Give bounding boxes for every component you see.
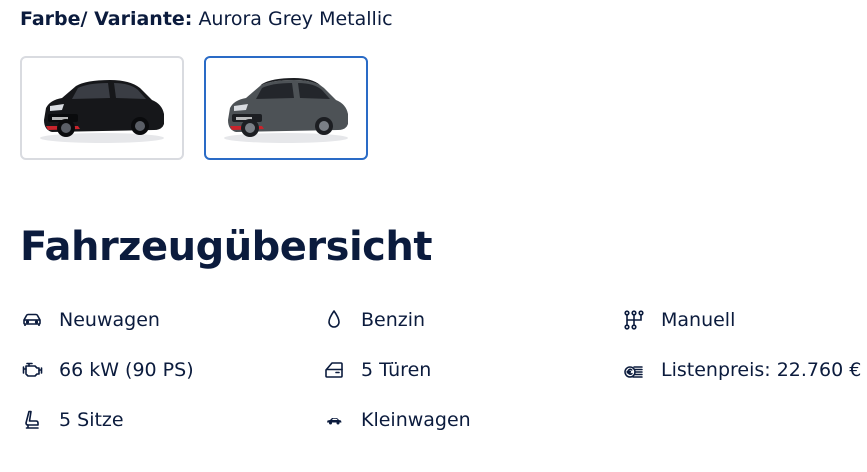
color-variant-line: Farbe/ Variante: Aurora Grey Metallic (20, 6, 393, 32)
color-swatch-aurora-grey[interactable] (204, 56, 368, 160)
price-icon (622, 358, 646, 382)
car-icon (20, 308, 44, 332)
spec-label: 5 Sitze (59, 409, 124, 431)
spec-label: 5 Türen (361, 359, 432, 381)
spec-label: Listenpreis: 22.760 € (661, 359, 862, 381)
car-image-black (40, 80, 164, 143)
seat-icon (20, 408, 44, 432)
gearshift-icon (622, 308, 646, 332)
spec-doors: 5 Türen (322, 355, 431, 385)
engine-icon (20, 358, 44, 382)
spec-body-type: Kleinwagen (322, 405, 471, 435)
spec-label: Neuwagen (59, 309, 160, 331)
spec-condition: Neuwagen (20, 305, 160, 335)
vehicle-overview-title: Fahrzeugübersicht (20, 224, 433, 270)
color-swatch-black[interactable] (20, 56, 184, 160)
spec-power: 66 kW (90 PS) (20, 355, 194, 385)
spec-label: 66 kW (90 PS) (59, 359, 194, 381)
spec-seats: 5 Sitze (20, 405, 124, 435)
spec-label: Benzin (361, 309, 426, 331)
spec-transmission: Manuell (622, 305, 735, 335)
color-variant-value: Aurora Grey Metallic (198, 8, 393, 30)
spec-list-price: Listenpreis: 22.760 € (622, 355, 861, 385)
spec-label: Manuell (661, 309, 736, 331)
spec-label: Kleinwagen (361, 409, 471, 431)
color-variant-label: Farbe/ Variante: (20, 8, 193, 30)
door-icon (322, 358, 346, 382)
spec-fuel: Benzin (322, 305, 425, 335)
fuel-drop-icon (322, 308, 346, 332)
small-car-icon (322, 408, 346, 432)
car-image-grey (224, 78, 348, 143)
